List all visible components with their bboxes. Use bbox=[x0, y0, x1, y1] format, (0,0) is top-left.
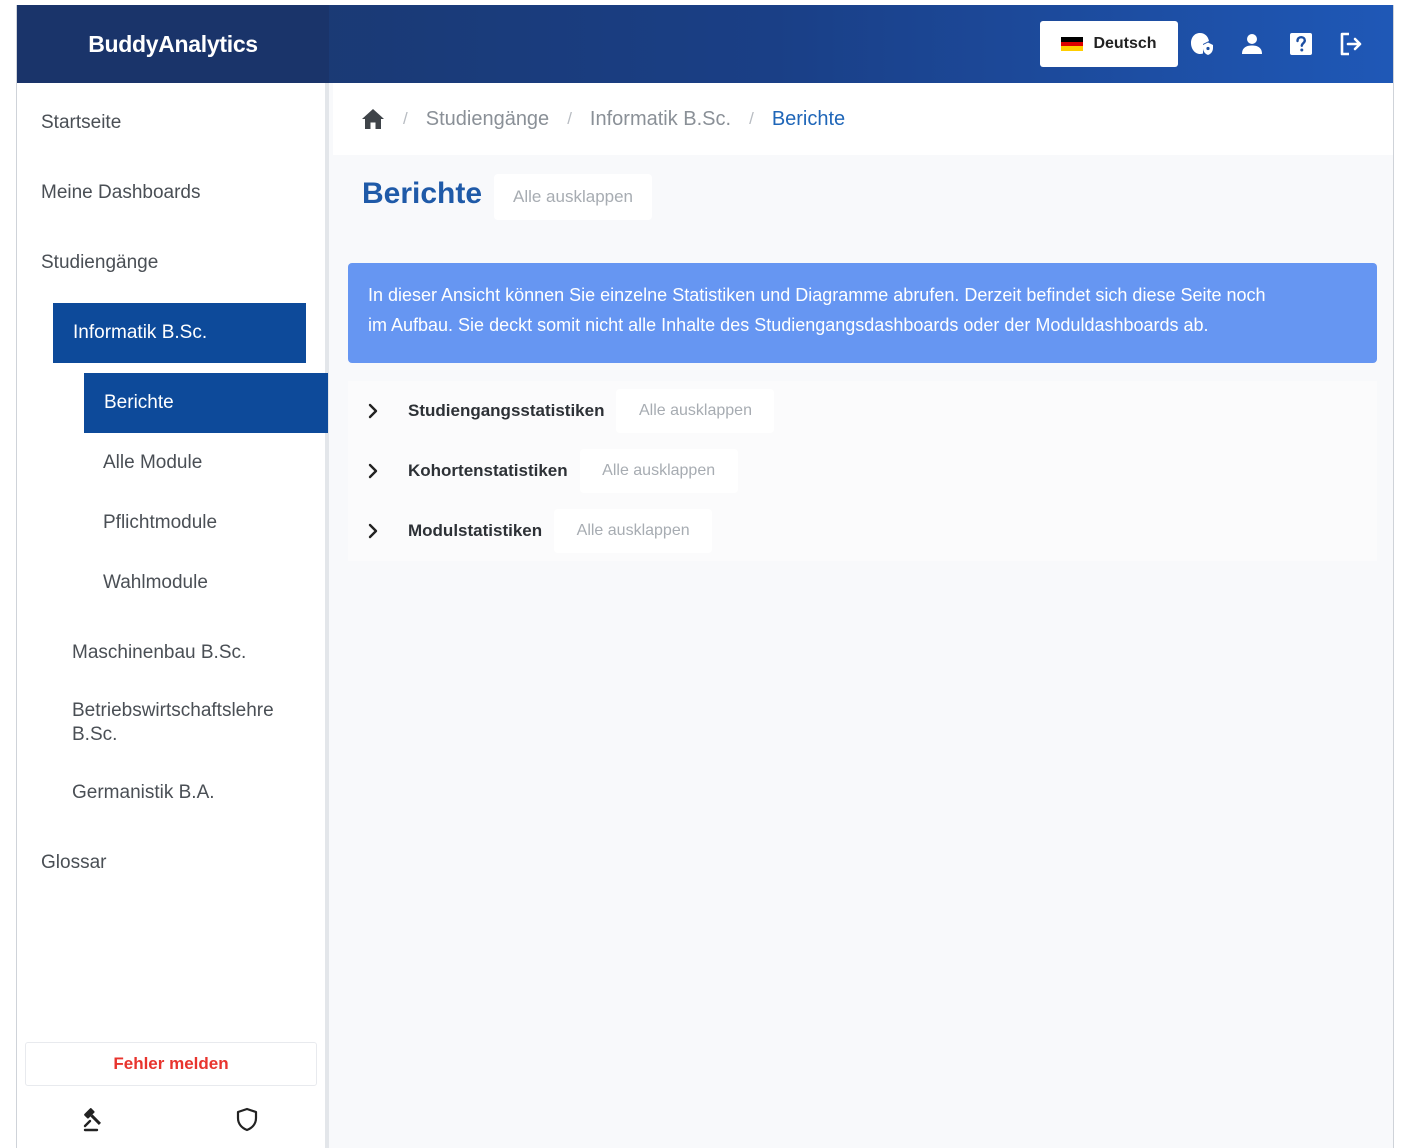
help-icon[interactable] bbox=[1287, 30, 1315, 58]
sidebar-item-startseite[interactable]: Startseite bbox=[41, 93, 121, 153]
sidebar-item-label: Studiengänge bbox=[41, 252, 159, 273]
sidebar-item-label: Informatik B.Sc. bbox=[73, 322, 208, 343]
sidebar-item-label: Startseite bbox=[41, 112, 122, 133]
user-icon[interactable] bbox=[1238, 30, 1266, 58]
german-flag-icon bbox=[1061, 37, 1084, 52]
sidebar-item-germanistik[interactable]: Germanistik B.A. bbox=[72, 763, 215, 823]
breadcrumb-informatik[interactable]: Informatik B.Sc. bbox=[590, 108, 731, 131]
language-selector-button[interactable]: Deutsch bbox=[1040, 21, 1178, 67]
page-title: Berichte bbox=[362, 177, 483, 210]
app-frame: BuddyAnalytics Deutsch Startseite Meine … bbox=[16, 5, 1394, 1148]
sidebar-item-alle-module[interactable]: Alle Module bbox=[103, 433, 202, 493]
sidebar-item-berichte[interactable]: Berichte bbox=[84, 373, 328, 433]
brand-area[interactable]: BuddyAnalytics bbox=[17, 5, 329, 83]
sidebar-item-informatik[interactable]: Informatik B.Sc. bbox=[53, 303, 306, 363]
section-expand-all-button[interactable]: Alle ausklappen bbox=[616, 389, 775, 433]
sidebar-item-label: Berichte bbox=[104, 392, 174, 413]
section-studiengangsstatistiken: Studiengangsstatistiken Alle ausklappen bbox=[348, 381, 1377, 441]
info-text-line: im Aufbau. Sie deckt somit nicht alle In… bbox=[368, 315, 1209, 335]
sidebar-item-label: Germanistik B.A. bbox=[72, 782, 215, 803]
report-error-button[interactable]: Fehler melden bbox=[25, 1042, 317, 1086]
chevron-right-icon[interactable] bbox=[348, 403, 398, 419]
sidebar-item-label: Meine Dashboards bbox=[41, 182, 201, 203]
user-shield-icon[interactable] bbox=[1188, 30, 1216, 58]
sidebar-item-glossar[interactable]: Glossar bbox=[41, 833, 106, 893]
info-banner: In dieser Ansicht können Sie einzelne St… bbox=[348, 263, 1377, 363]
breadcrumb-separator: / bbox=[403, 109, 408, 128]
sidebar-item-label: B.Sc. bbox=[72, 724, 118, 745]
sidebar-item-label: Maschinenbau B.Sc. bbox=[72, 642, 247, 663]
chevron-right-icon[interactable] bbox=[348, 463, 398, 479]
sidebar-item-label: Glossar bbox=[41, 852, 107, 873]
chevron-right-icon[interactable] bbox=[348, 523, 398, 539]
sidebar-item-wahlmodule[interactable]: Wahlmodule bbox=[103, 553, 208, 613]
section-title[interactable]: Studiengangsstatistiken bbox=[408, 401, 604, 421]
sidebar-item-meine-dashboards[interactable]: Meine Dashboards bbox=[41, 163, 200, 223]
breadcrumb-studiengaenge[interactable]: Studiengänge bbox=[426, 108, 549, 131]
logout-icon[interactable] bbox=[1337, 30, 1365, 58]
sidebar-item-betriebswirtschaftslehre[interactable]: Betriebswirtschaftslehre B.Sc. bbox=[72, 693, 274, 753]
info-text-line: In dieser Ansicht können Sie einzelne St… bbox=[368, 285, 1266, 305]
breadcrumb-separator: / bbox=[749, 109, 754, 128]
sidebar-item-pflichtmodule[interactable]: Pflichtmodule bbox=[103, 493, 217, 553]
shield-icon[interactable] bbox=[231, 1103, 263, 1135]
language-label: Deutsch bbox=[1093, 35, 1157, 52]
sidebar: Startseite Meine Dashboards Studiengänge… bbox=[17, 83, 329, 1148]
expand-all-button[interactable]: Alle ausklappen bbox=[494, 174, 652, 220]
sidebar-item-label: Betriebswirtschaftslehre bbox=[72, 700, 274, 721]
section-title[interactable]: Kohortenstatistiken bbox=[408, 461, 568, 481]
report-sections: Studiengangsstatistiken Alle ausklappen … bbox=[348, 381, 1377, 561]
breadcrumb: / Studiengänge / Informatik B.Sc. / Beri… bbox=[333, 83, 1393, 155]
sidebar-item-label: Wahlmodule bbox=[103, 572, 208, 593]
section-expand-all-button[interactable]: Alle ausklappen bbox=[579, 449, 738, 493]
home-icon[interactable] bbox=[361, 108, 385, 130]
section-kohortenstatistiken: Kohortenstatistiken Alle ausklappen bbox=[348, 441, 1377, 501]
section-title[interactable]: Modulstatistiken bbox=[408, 521, 542, 541]
gavel-icon[interactable] bbox=[79, 1103, 111, 1135]
sidebar-item-label: Pflichtmodule bbox=[103, 512, 218, 533]
brand-logo-text[interactable]: BuddyAnalytics bbox=[88, 31, 258, 58]
section-modulstatistiken: Modulstatistiken Alle ausklappen bbox=[348, 501, 1377, 561]
sidebar-item-maschinenbau[interactable]: Maschinenbau B.Sc. bbox=[72, 623, 246, 683]
breadcrumb-berichte: Berichte bbox=[771, 107, 846, 130]
sidebar-item-studiengaenge[interactable]: Studiengänge bbox=[41, 233, 158, 293]
section-expand-all-button[interactable]: Alle ausklappen bbox=[554, 509, 713, 553]
sidebar-item-label: Alle Module bbox=[103, 452, 203, 473]
breadcrumb-separator: / bbox=[567, 109, 572, 128]
top-bar: BuddyAnalytics Deutsch bbox=[17, 5, 1393, 83]
